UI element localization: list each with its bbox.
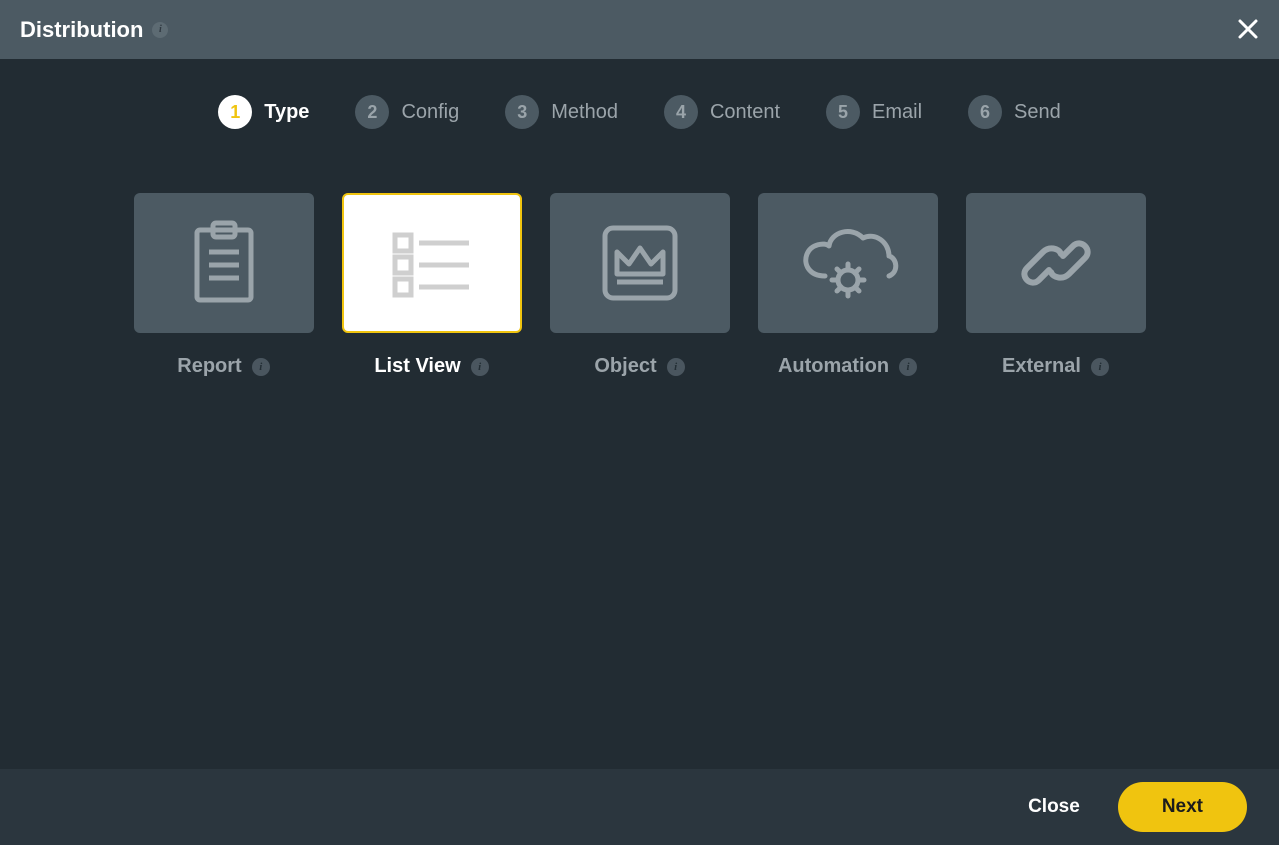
type-card-report[interactable] — [134, 193, 314, 333]
cloud-gear-icon — [793, 218, 903, 308]
type-card-automation[interactable] — [758, 193, 938, 333]
type-option-list-view: List View i — [342, 193, 522, 378]
step-number: 4 — [664, 95, 698, 129]
type-card-external[interactable] — [966, 193, 1146, 333]
step-number: 2 — [355, 95, 389, 129]
distribution-modal: Distribution i 1 Type 2 Config 3 Method — [0, 0, 1279, 845]
step-number: 3 — [505, 95, 539, 129]
step-content[interactable]: 4 Content — [664, 95, 780, 129]
type-option-automation: Automation i — [758, 193, 938, 378]
step-config[interactable]: 2 Config — [355, 95, 459, 129]
type-option-external: External i — [966, 193, 1146, 378]
type-card-object[interactable] — [550, 193, 730, 333]
type-label: Report — [177, 355, 241, 378]
type-option-report: Report i — [134, 193, 314, 378]
type-cards: Report i — [134, 193, 1146, 378]
wizard-stepper: 1 Type 2 Config 3 Method 4 Content 5 Ema… — [218, 95, 1061, 129]
type-card-list-view[interactable] — [342, 193, 522, 333]
modal-title: Distribution — [20, 17, 143, 43]
type-label: External — [1002, 355, 1081, 378]
info-icon[interactable]: i — [1091, 358, 1109, 376]
info-icon[interactable]: i — [899, 358, 917, 376]
step-email[interactable]: 5 Email — [826, 95, 922, 129]
type-label: List View — [374, 355, 460, 378]
crown-box-icon — [595, 218, 685, 308]
modal-header: Distribution i — [0, 0, 1279, 59]
type-option-object: Object i — [550, 193, 730, 378]
step-method[interactable]: 3 Method — [505, 95, 618, 129]
link-icon — [1011, 218, 1101, 308]
modal-footer: Close Next — [0, 769, 1279, 845]
modal-body: 1 Type 2 Config 3 Method 4 Content 5 Ema… — [0, 59, 1279, 769]
step-label: Content — [710, 101, 780, 124]
clipboard-icon — [185, 218, 263, 308]
step-label: Type — [264, 101, 309, 124]
step-label: Send — [1014, 101, 1061, 124]
type-label: Automation — [778, 355, 889, 378]
step-label: Config — [401, 101, 459, 124]
info-icon[interactable]: i — [252, 358, 270, 376]
next-button[interactable]: Next — [1118, 782, 1247, 832]
list-icon — [387, 223, 477, 303]
step-number: 6 — [968, 95, 1002, 129]
step-label: Method — [551, 101, 618, 124]
close-icon[interactable] — [1233, 14, 1263, 44]
step-number: 1 — [218, 95, 252, 129]
close-button[interactable]: Close — [1028, 796, 1080, 818]
info-icon[interactable]: i — [152, 22, 168, 38]
info-icon[interactable]: i — [471, 358, 489, 376]
step-send[interactable]: 6 Send — [968, 95, 1061, 129]
type-label: Object — [594, 355, 656, 378]
info-icon[interactable]: i — [667, 358, 685, 376]
step-number: 5 — [826, 95, 860, 129]
step-label: Email — [872, 101, 922, 124]
step-type[interactable]: 1 Type — [218, 95, 309, 129]
